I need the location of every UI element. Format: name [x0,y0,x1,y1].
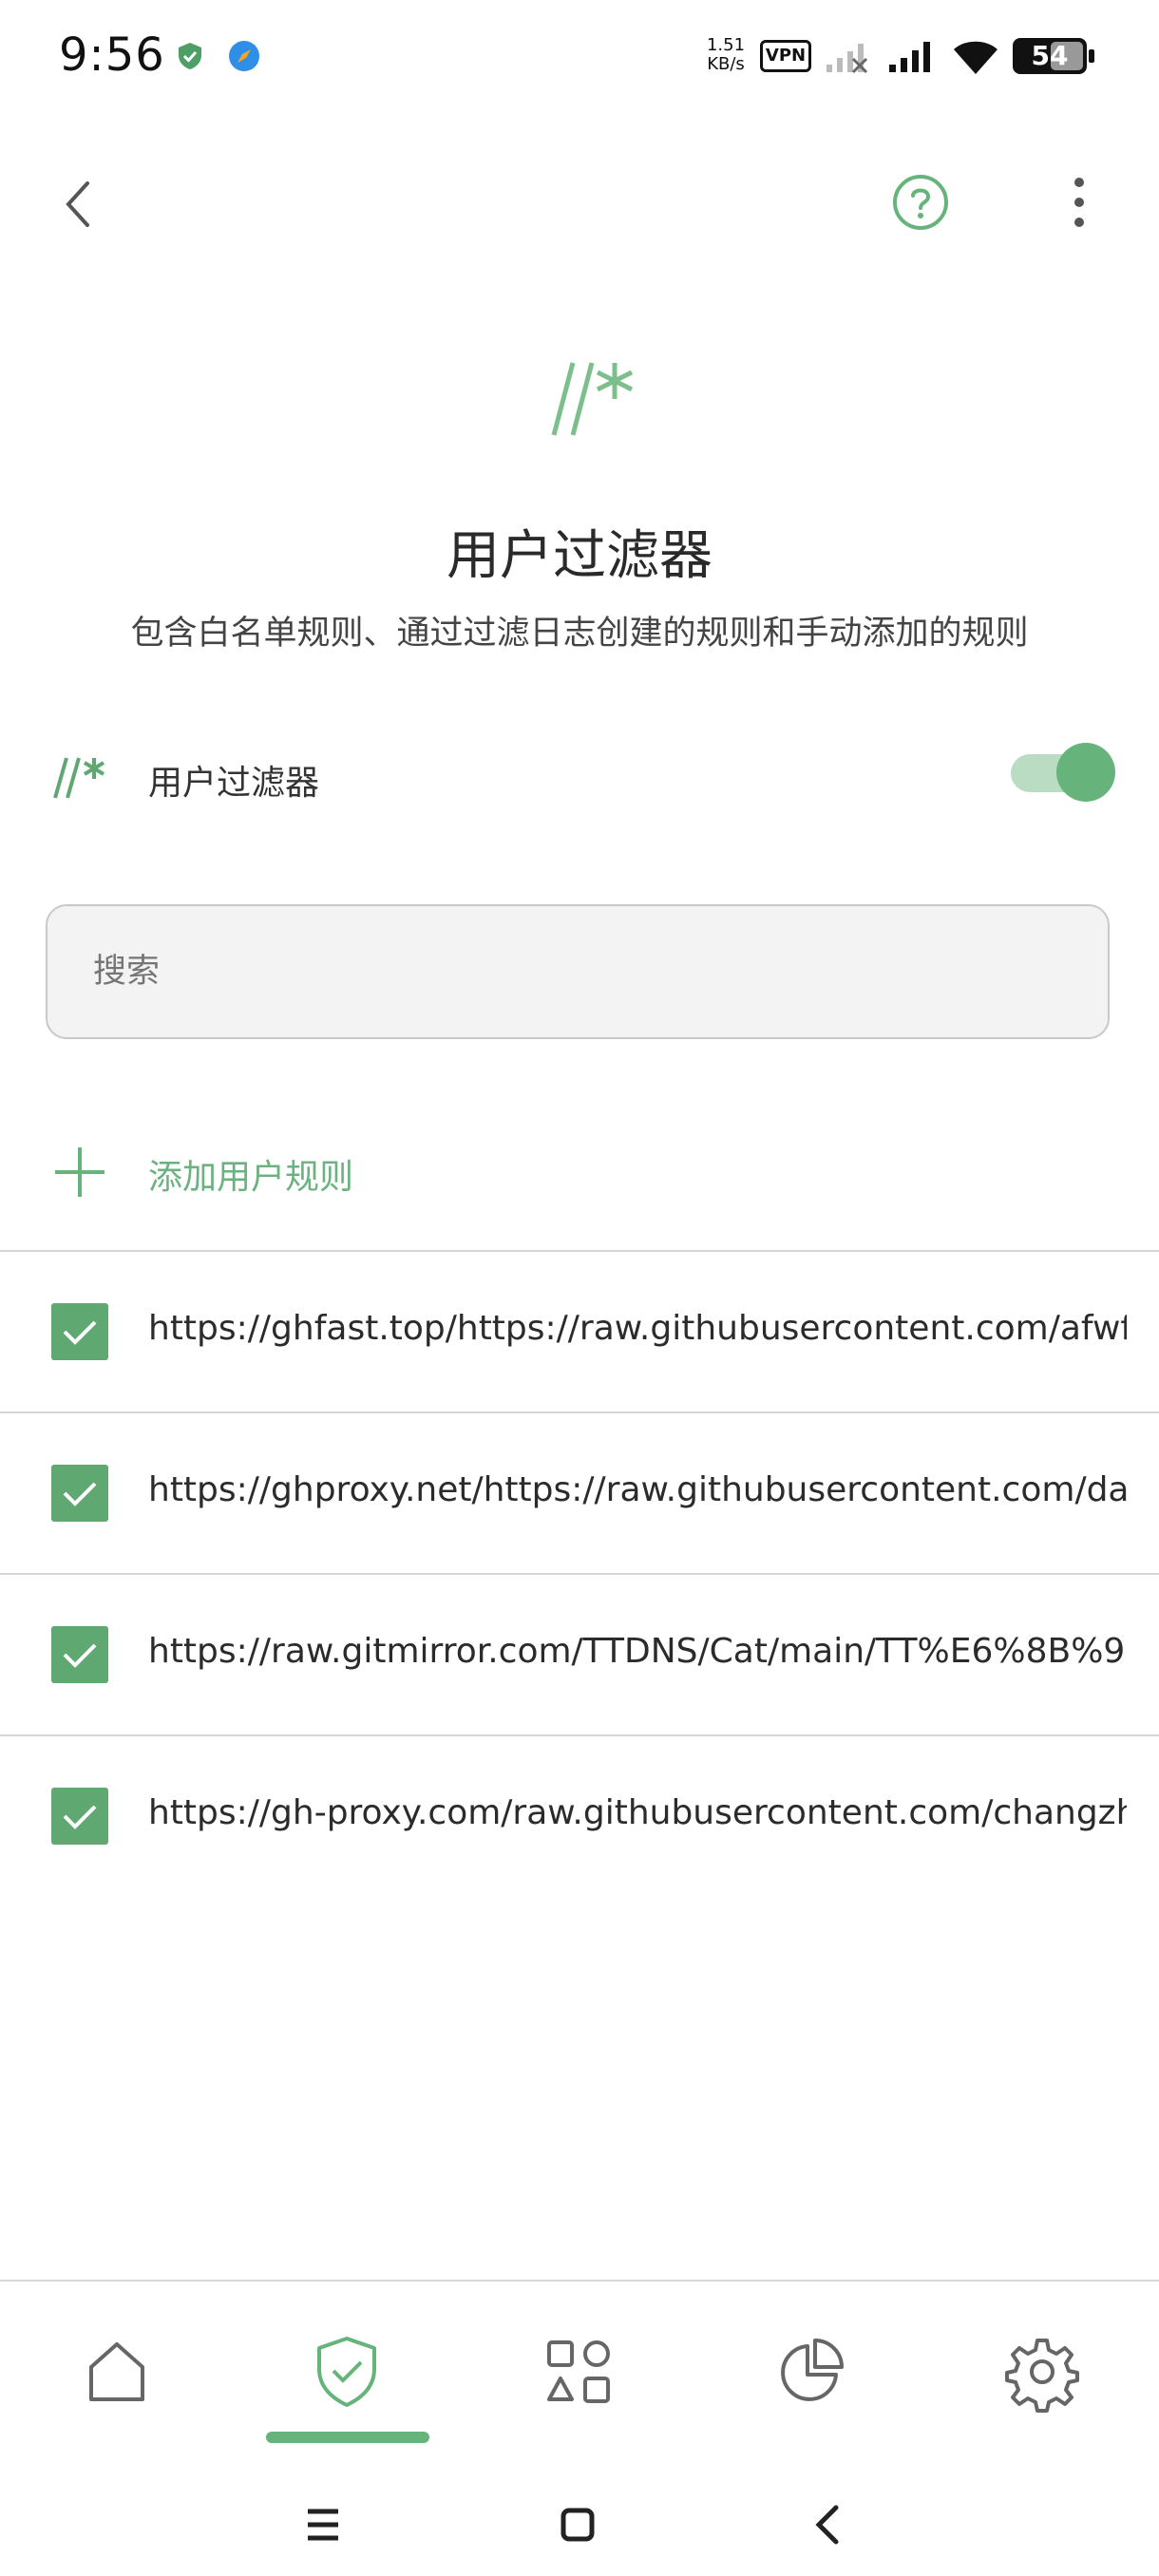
rule-text: https://ghproxy.net/https://raw.githubus… [148,1470,1127,1509]
search-input[interactable] [91,952,950,992]
signal-icon [889,42,930,72]
system-back-icon[interactable] [811,2504,846,2546]
recents-menu-icon[interactable] [304,2508,342,2542]
battery-level: 54 [1031,40,1069,71]
browser-app-icon [229,41,259,71]
checkmark-icon [63,1482,97,1506]
status-bar: 9:56 1.51 KB/s VPN 54 [0,0,1159,114]
rule-row[interactable]: https://ghproxy.net/https://raw.githubus… [0,1413,1159,1573]
search-box[interactable] [46,904,1110,1039]
battery-tip [1089,49,1094,63]
rule-checkbox[interactable] [51,1626,108,1683]
settings-icon[interactable] [999,2329,1085,2415]
home-icon[interactable] [74,2329,160,2415]
user-filter-switch[interactable] [1009,743,1115,802]
rule-row[interactable]: https://ghfast.top/https://raw.githubuse… [0,1252,1159,1411]
rule-checkbox[interactable] [51,1788,108,1845]
plus-icon [55,1147,104,1197]
page-description: 包含白名单规则、通过过滤日志创建的规则和手动添加的规则 [130,615,1029,653]
bottom-navigation [0,2280,1159,2468]
checkmark-icon [63,1643,97,1668]
active-tab-indicator [266,2432,429,2443]
add-user-rule-label: 添加用户规则 [148,1158,354,1197]
user-filter-label: 用户过滤器 [148,764,320,803]
status-time: 9:56 [59,28,165,82]
net-speed-unit: KB/s [707,54,745,74]
switch-knob [1056,743,1115,802]
rule-text: https://gh-proxy.com/raw.githubuserconte… [148,1793,1127,1832]
top-app-bar [0,142,1159,266]
wifi-icon [954,41,998,74]
battery-icon: 54 [1013,38,1087,74]
rule-text: https://ghfast.top/https://raw.githubuse… [148,1309,1127,1348]
user-filter-hero-icon [551,362,634,436]
rule-checkbox[interactable] [51,1465,108,1522]
user-filter-icon [53,757,105,799]
shield-check-icon[interactable] [304,2329,390,2415]
shield-app-icon [179,43,201,69]
back-button[interactable] [59,176,97,233]
net-speed: 1.51 KB/s [705,36,747,74]
pie-chart-icon[interactable] [768,2329,853,2415]
signal-weak-icon [826,44,868,74]
checkmark-icon [63,1320,97,1345]
net-speed-value: 1.51 [706,35,746,55]
checkmark-icon [63,1805,97,1829]
rule-text: https://raw.gitmirror.com/TTDNS/Cat/main… [148,1632,1127,1671]
rule-row[interactable]: https://gh-proxy.com/raw.githubuserconte… [0,1736,1159,1896]
system-navigation-bar [0,2470,1159,2576]
vpn-badge: VPN [760,40,811,72]
apps-icon[interactable] [536,2329,621,2415]
help-button[interactable] [891,173,950,232]
more-options-button[interactable] [1062,173,1096,232]
rule-checkbox[interactable] [51,1303,108,1360]
page-title: 用户过滤器 [446,525,712,587]
rule-row[interactable]: https://raw.gitmirror.com/TTDNS/Cat/main… [0,1575,1159,1734]
home-square-icon[interactable] [559,2506,597,2544]
